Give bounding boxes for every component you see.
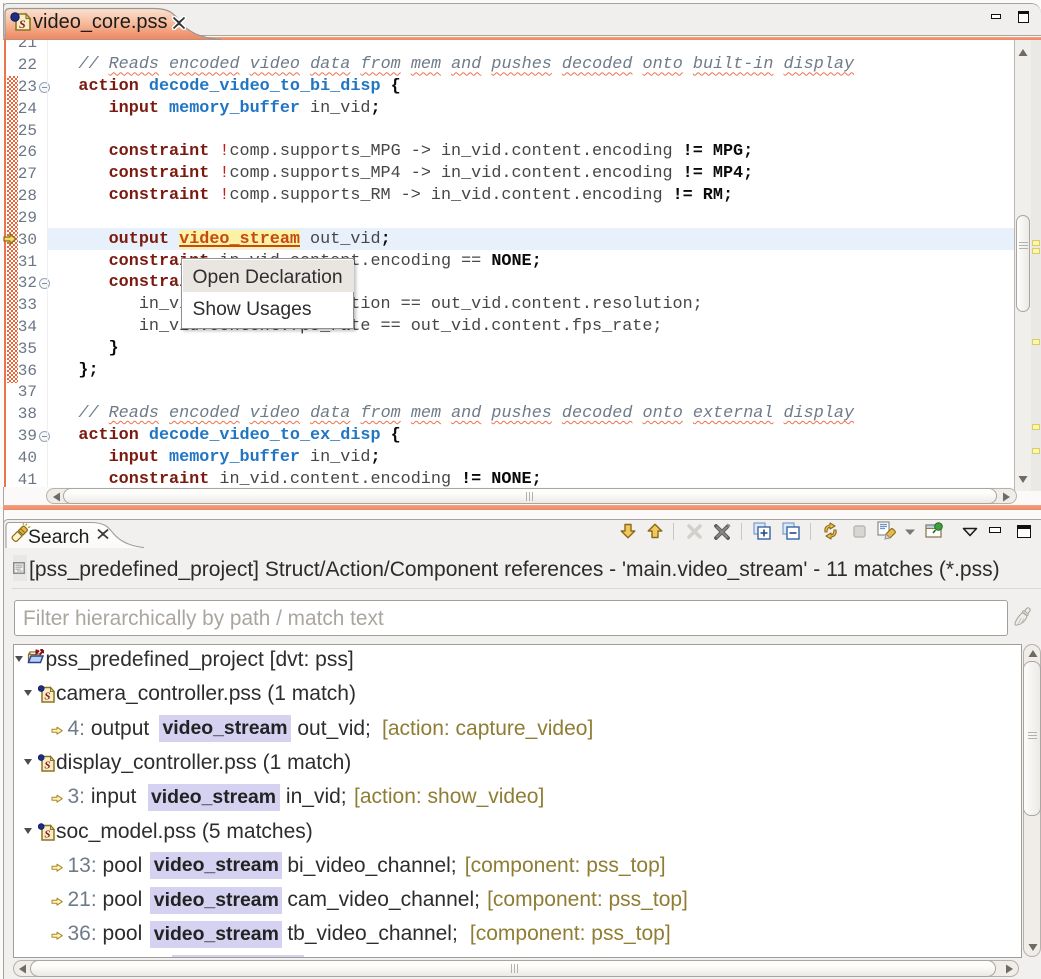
svg-text:S: S [44, 759, 50, 771]
svg-text:S: S [44, 828, 50, 840]
svg-text:S: S [44, 691, 50, 703]
svg-text:S: S [19, 17, 26, 31]
